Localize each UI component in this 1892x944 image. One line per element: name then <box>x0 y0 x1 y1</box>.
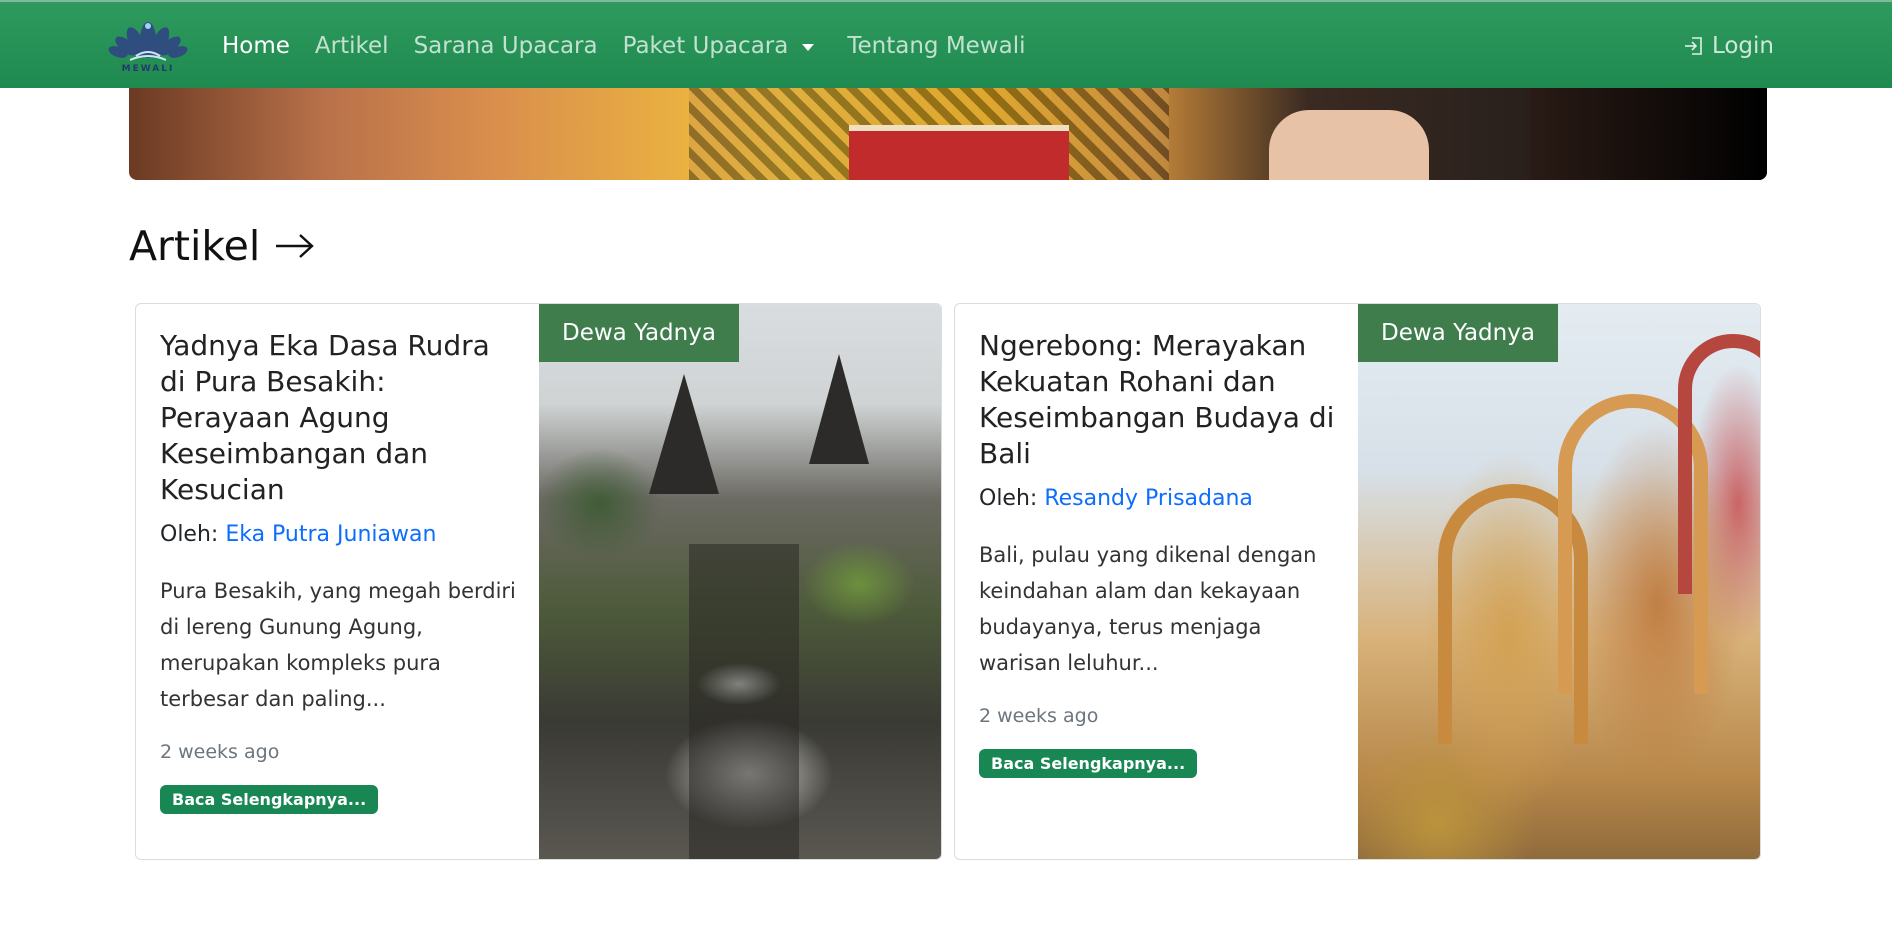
article-excerpt: Bali, pulau yang dikenal dengan keindaha… <box>979 543 1317 675</box>
artikel-section-link[interactable]: Artikel <box>129 222 316 270</box>
section-title: Artikel <box>129 222 261 270</box>
hero-banner-image <box>129 80 1767 180</box>
logo-text: MEWALI <box>121 64 175 74</box>
hero-shadow <box>1529 80 1767 180</box>
hero-pattern <box>849 125 1069 180</box>
login-link[interactable]: Login <box>1682 2 1774 90</box>
hero-hand <box>1269 110 1429 180</box>
login-icon <box>1684 37 1702 55</box>
author-link[interactable]: Eka Putra Juniawan <box>225 522 436 547</box>
penjor-arch <box>1678 334 1760 594</box>
author-prefix: Oleh: <box>979 486 1038 511</box>
article-card-body: Ngerebong: Merayakan Kekuatan Rohani dan… <box>979 328 1339 778</box>
nav-links: Home Artikel Sarana Upacara Paket Upacar… <box>222 2 1051 90</box>
article-card[interactable]: Ngerebong: Merayakan Kekuatan Rohani dan… <box>954 303 1761 860</box>
article-author: Oleh: Eka Putra Juniawan <box>160 522 520 547</box>
category-badge: Dewa Yadnya <box>539 304 739 362</box>
article-image[interactable]: Dewa Yadnya <box>539 304 941 859</box>
arrow-right-icon <box>276 234 315 258</box>
nav-artikel[interactable]: Artikel <box>315 33 389 59</box>
nav-paket-upacara-dropdown[interactable]: Paket Upacara <box>623 33 815 59</box>
article-excerpt: Pura Besakih, yang megah berdiri di lere… <box>160 579 516 711</box>
article-title[interactable]: Yadnya Eka Dasa Rudra di Pura Besakih: P… <box>160 328 520 508</box>
navbar: MEWALI Home Artikel Sarana Upacara Paket… <box>0 0 1892 88</box>
article-image[interactable]: Dewa Yadnya <box>1358 304 1760 859</box>
caret-down-icon <box>802 43 815 51</box>
temple-stairs <box>689 544 799 859</box>
nav-home[interactable]: Home <box>222 33 290 59</box>
nav-tentang-mewali[interactable]: Tentang Mewali <box>847 33 1025 59</box>
read-more-button[interactable]: Baca Selengkapnya... <box>979 749 1198 778</box>
author-link[interactable]: Resandy Prisadana <box>1044 486 1253 511</box>
article-author: Oleh: Resandy Prisadana <box>979 486 1339 511</box>
article-time: 2 weeks ago <box>979 705 1099 727</box>
read-more-button[interactable]: Baca Selengkapnya... <box>160 785 379 814</box>
login-label: Login <box>1711 33 1774 59</box>
article-card[interactable]: Yadnya Eka Dasa Rudra di Pura Besakih: P… <box>135 303 942 860</box>
article-card-body: Yadnya Eka Dasa Rudra di Pura Besakih: P… <box>160 328 520 814</box>
article-time: 2 weeks ago <box>160 741 280 763</box>
nav-sarana-upacara[interactable]: Sarana Upacara <box>414 33 598 59</box>
mewali-logo[interactable]: MEWALI <box>108 12 188 78</box>
lotus-logo-icon <box>108 22 188 61</box>
nav-paket-upacara-label: Paket Upacara <box>622 33 789 59</box>
author-prefix: Oleh: <box>160 522 219 547</box>
article-title[interactable]: Ngerebong: Merayakan Kekuatan Rohani dan… <box>979 328 1339 472</box>
category-badge: Dewa Yadnya <box>1358 304 1558 362</box>
